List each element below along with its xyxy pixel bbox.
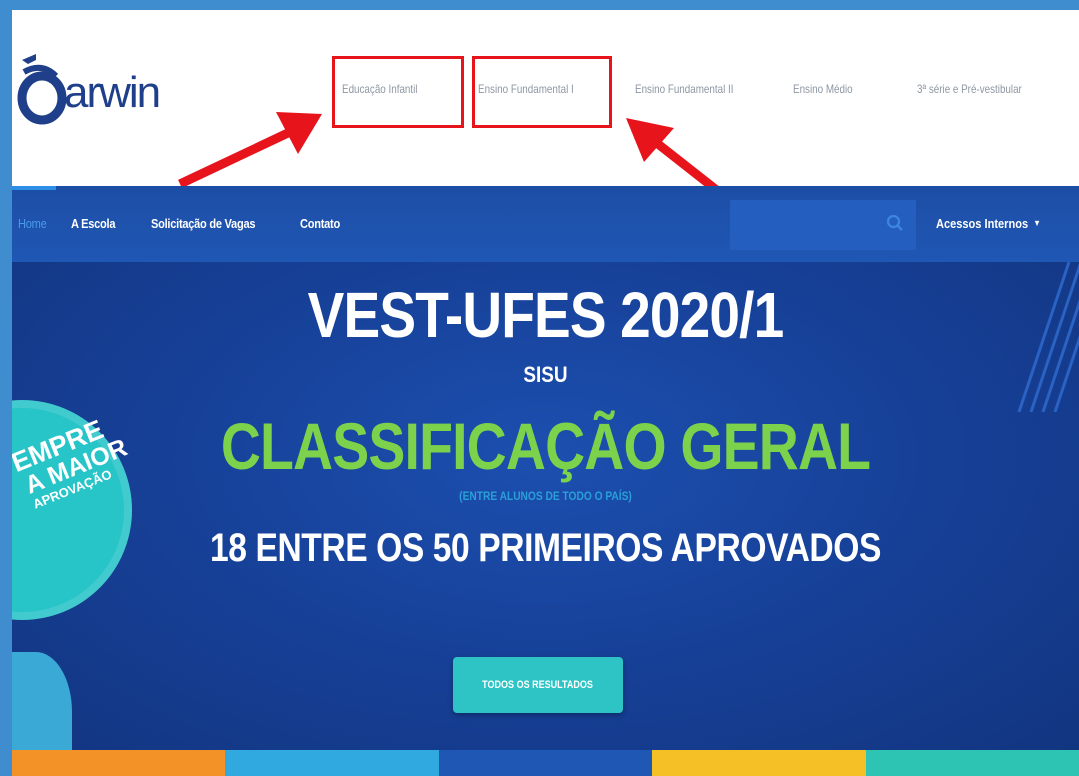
- decorative-stripes: [1017, 262, 1079, 412]
- nav-educacao-infantil[interactable]: Educação Infantil: [342, 82, 417, 96]
- nav-a-escola[interactable]: A Escola: [71, 216, 115, 231]
- nav-pre-vestibular[interactable]: 3ª série e Pré-vestibular: [917, 82, 1022, 96]
- hero-note: (ENTRE ALUNOS DE TODO O PAÍS): [459, 489, 632, 503]
- main-nav-links: Home A Escola Solicitação de Vagas Conta…: [18, 216, 374, 231]
- hero-banner: EMPRE A MAIOR APROVAÇÃO VEST-UFES 2020/1…: [12, 262, 1079, 750]
- caret-down-icon: ▼: [1033, 218, 1041, 228]
- main-navbar: Home A Escola Solicitação de Vagas Conta…: [12, 186, 1079, 262]
- site-header: arwin Educação Infantil Ensino Fundament…: [12, 10, 1079, 214]
- stripe-yellow: [652, 750, 866, 776]
- hero-subtitle: 18 ENTRE OS 50 PRIMEIROS APROVADOS: [210, 526, 881, 570]
- color-stripe: [12, 750, 1079, 776]
- decorative-blob: [12, 652, 72, 750]
- nav-ensino-fundamental-2[interactable]: Ensino Fundamental II: [635, 82, 733, 96]
- site-logo[interactable]: arwin: [16, 50, 166, 130]
- stripe-light-blue: [225, 750, 439, 776]
- browser-page: arwin Educação Infantil Ensino Fundament…: [12, 10, 1079, 776]
- hero-title: VEST-UFES 2020/1: [307, 279, 785, 351]
- acessos-internos-dropdown[interactable]: Acessos Internos ▼: [936, 216, 1041, 231]
- stripe-orange: [12, 750, 226, 776]
- red-arrow-left-icon: [178, 112, 322, 189]
- nav-ensino-medio[interactable]: Ensino Médio: [793, 82, 853, 96]
- all-results-button[interactable]: TODOS OS RESULTADOS: [453, 657, 623, 713]
- nav-ensino-fundamental-1[interactable]: Ensino Fundamental I: [478, 82, 574, 96]
- hero-sisu-label: SISU: [523, 362, 568, 387]
- nav-solicitacao-de-vagas[interactable]: Solicitação de Vagas: [151, 216, 255, 231]
- search-icon[interactable]: [886, 214, 904, 232]
- acessos-internos-label: Acessos Internos: [936, 216, 1029, 231]
- hero-classification: CLASSIFICAÇÃO GERAL: [220, 409, 871, 483]
- active-indicator: [12, 186, 56, 190]
- stripe-teal: [865, 750, 1079, 776]
- logo-text: arwin: [64, 68, 161, 117]
- stripe-blue: [438, 750, 653, 776]
- search-input[interactable]: [730, 200, 916, 250]
- all-results-button-label: TODOS OS RESULTADOS: [482, 679, 594, 691]
- nav-contato[interactable]: Contato: [300, 216, 340, 231]
- nav-home[interactable]: Home: [18, 216, 47, 231]
